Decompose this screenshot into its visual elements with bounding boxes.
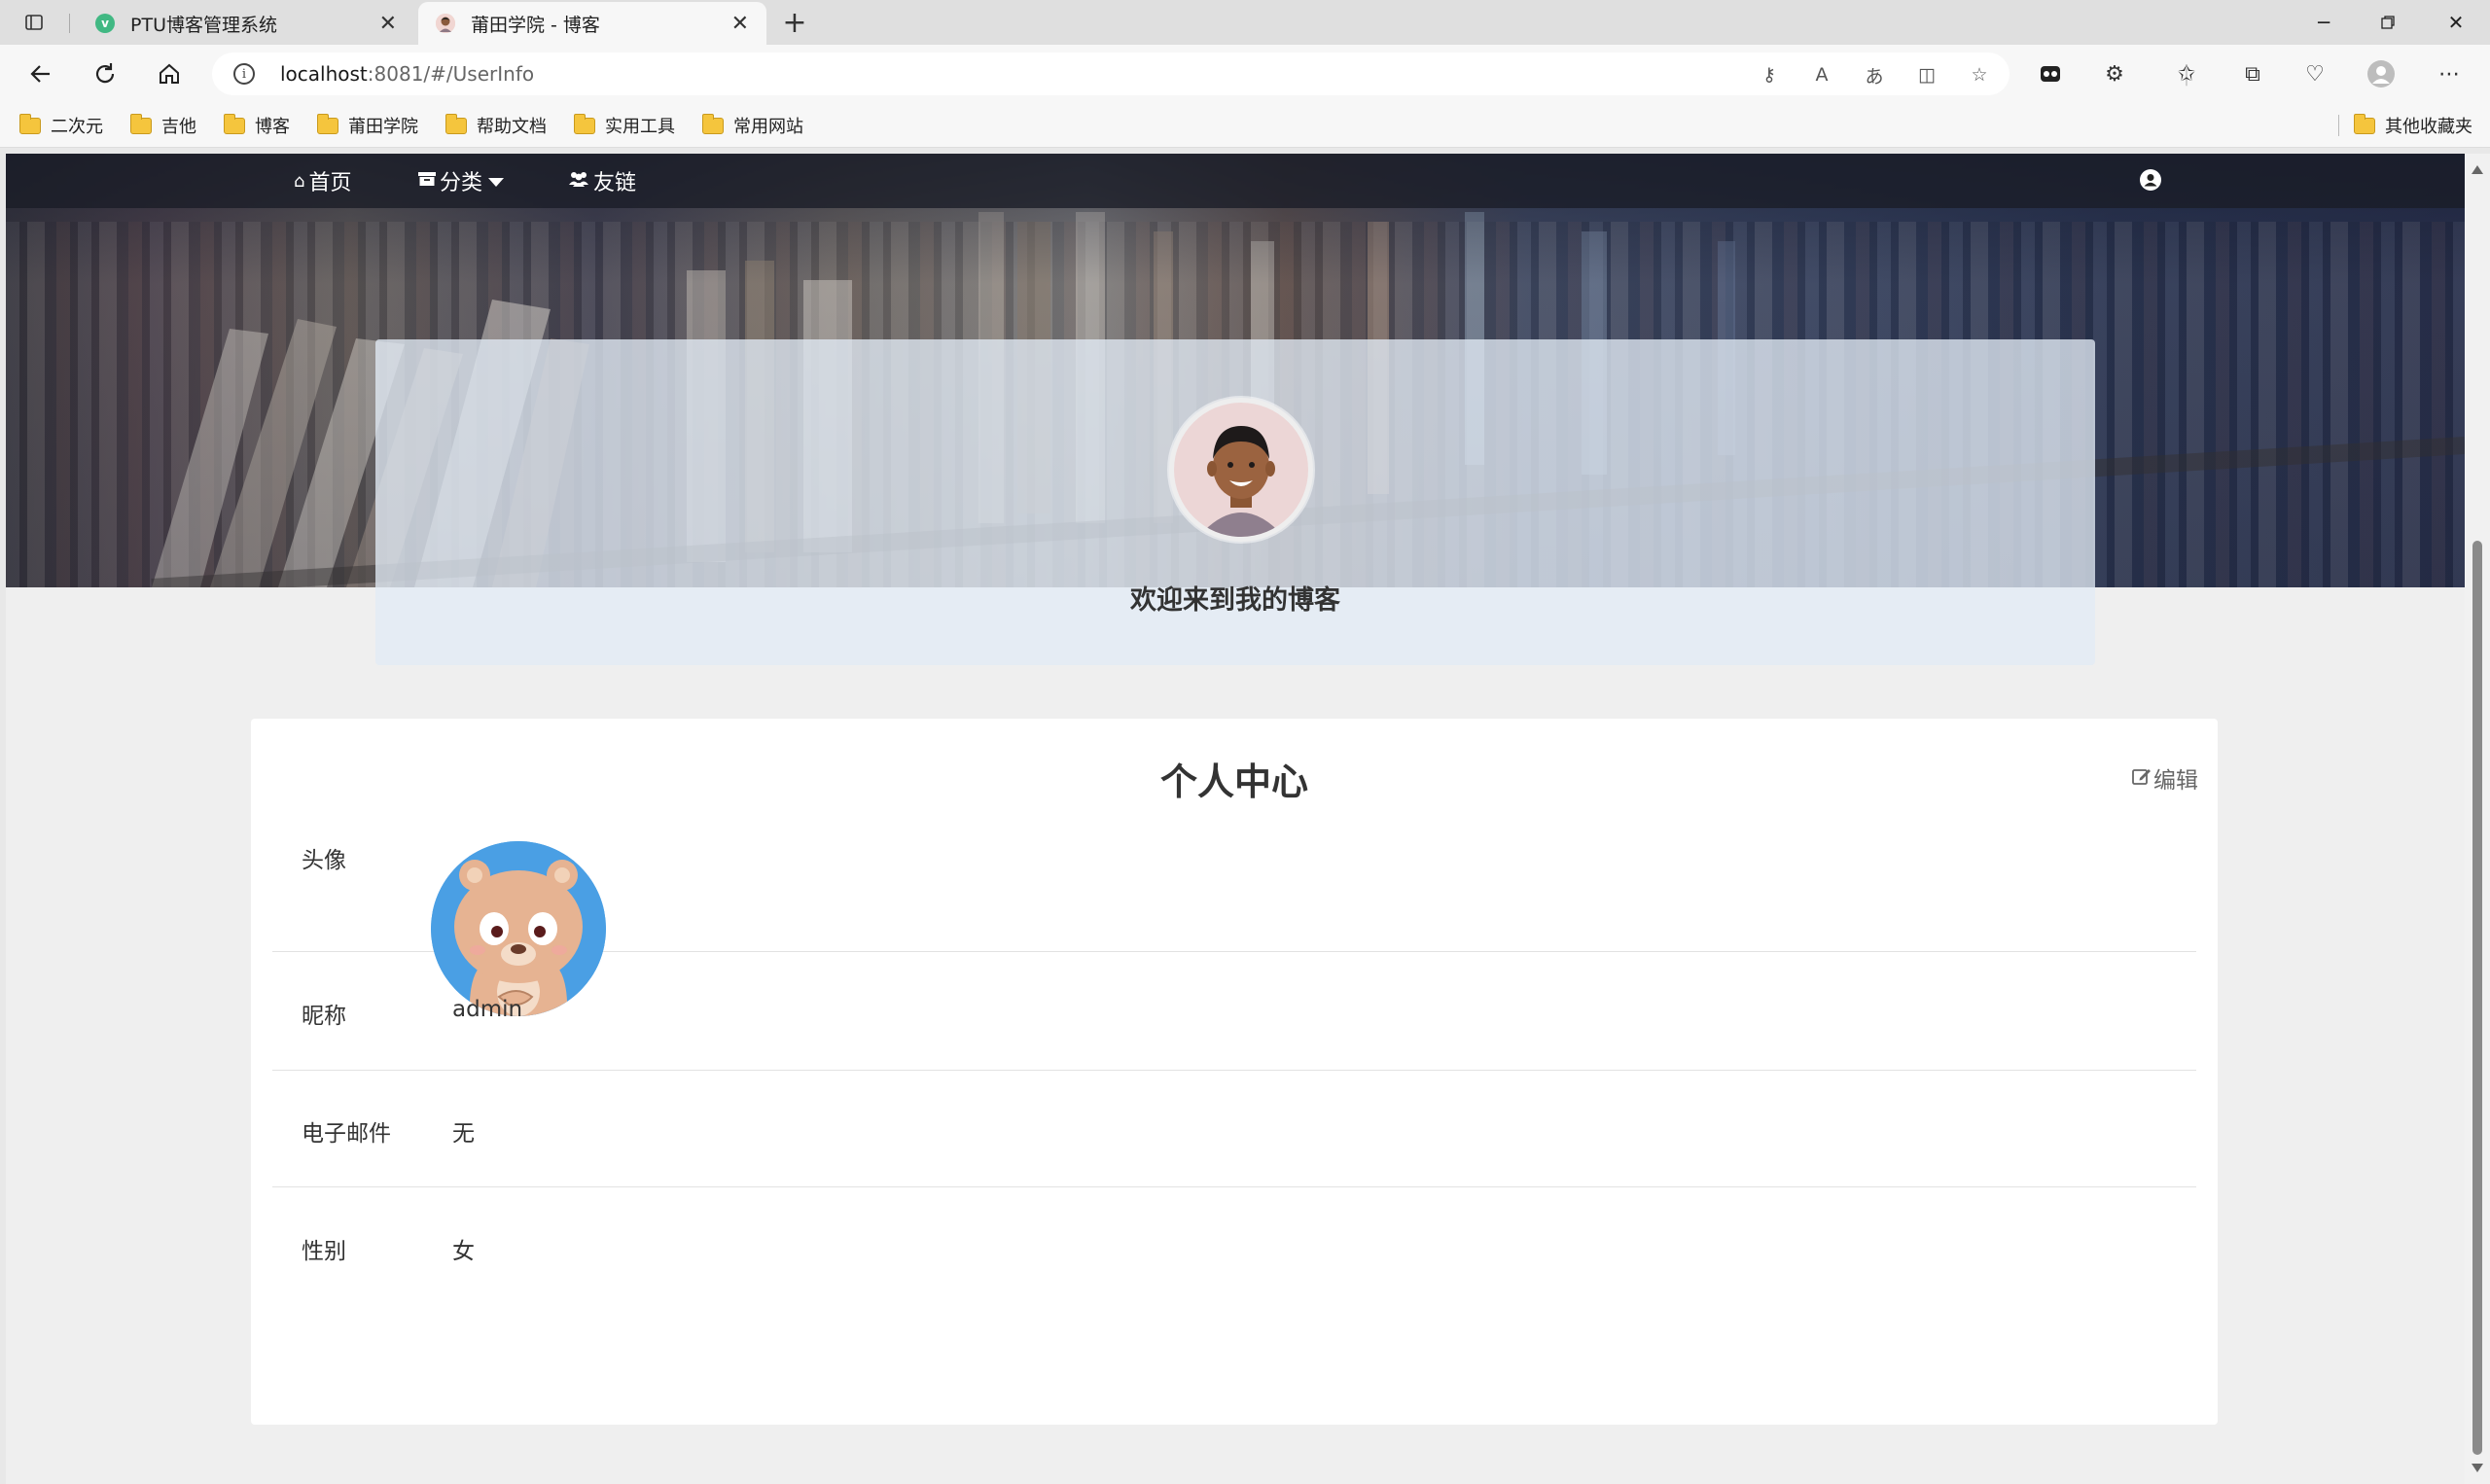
- page-viewport: ⌂ 首页 分类 友链 欢迎来到我的博客 个人中心 编辑 头像 昵称 admin …: [6, 154, 2465, 1484]
- scroll-down-icon[interactable]: [2472, 1464, 2483, 1472]
- restore-icon[interactable]: [2354, 0, 2422, 45]
- url-text: localhost:8081/#/UserInfo: [280, 62, 535, 86]
- folder-icon: [445, 113, 467, 134]
- close-tab-icon[interactable]: ✕: [731, 12, 749, 36]
- scrollbar-thumb[interactable]: [2472, 541, 2482, 1455]
- field-label: 昵称: [302, 1004, 346, 1029]
- profile-icon[interactable]: [2366, 58, 2397, 89]
- tab-title: 莆田学院 - 博客: [471, 14, 600, 36]
- avatar-favicon-icon: [436, 14, 455, 33]
- folder-icon: [129, 113, 152, 134]
- user-circle-icon[interactable]: [2140, 169, 2161, 191]
- refresh-icon[interactable]: [88, 56, 123, 91]
- bookmark-folder[interactable]: 常用网站: [701, 112, 803, 139]
- profile-card: 个人中心 编辑 头像 昵称 admin 电子邮件 无 性别 女: [251, 719, 2218, 1425]
- site-info-icon[interactable]: i: [233, 63, 255, 85]
- bookmark-separator: [2338, 115, 2339, 136]
- folder-icon: [18, 113, 41, 134]
- nav-category-dropdown[interactable]: 分类: [418, 167, 505, 195]
- nav-friend-links[interactable]: 友链: [568, 167, 636, 195]
- welcome-card: 欢迎来到我的博客: [375, 339, 2095, 665]
- home-icon: ⌂: [294, 170, 305, 192]
- field-value: 无: [452, 1121, 475, 1147]
- browser-essentials-icon[interactable]: ♡: [2299, 58, 2330, 89]
- translate-icon[interactable]: あ: [1862, 62, 1887, 88]
- favorites-icon[interactable]: ✩: [2171, 58, 2202, 89]
- vue-icon: v: [95, 14, 115, 33]
- profile-row-nickname: 昵称 admin: [272, 952, 2196, 1071]
- field-value: admin: [452, 997, 523, 1022]
- more-menu-icon[interactable]: ⋯: [2434, 58, 2465, 89]
- folder-icon: [573, 113, 595, 134]
- close-window-icon[interactable]: ✕: [2422, 0, 2490, 45]
- tab-ptu-admin[interactable]: v PTU博客管理系统 ✕: [78, 2, 414, 45]
- folder-icon: [316, 113, 338, 134]
- add-favorite-icon[interactable]: ☆: [1967, 62, 1992, 88]
- browser-tab-bar: v PTU博客管理系统 ✕ 莆田学院 - 博客 ✕ + ─ ✕: [0, 0, 2490, 45]
- new-tab-button[interactable]: +: [778, 6, 811, 40]
- back-icon[interactable]: [23, 56, 58, 91]
- field-label: 电子邮件: [302, 1121, 391, 1147]
- scroll-up-icon[interactable]: [2472, 165, 2483, 174]
- page-scrollbar[interactable]: [2465, 154, 2490, 1484]
- users-icon: [568, 171, 589, 192]
- field-label: 头像: [302, 848, 346, 873]
- bookmarks-bar: 二次元 吉他 博客 莆田学院 帮助文档 实用工具 常用网站 其他收藏夹: [0, 103, 2490, 148]
- caret-down-icon: [488, 169, 505, 194]
- bookmark-folder[interactable]: 莆田学院: [316, 112, 418, 139]
- split-screen-icon[interactable]: ◫: [1914, 62, 1939, 88]
- nav-home[interactable]: ⌂ 首页: [294, 167, 351, 196]
- bookmark-folder[interactable]: 二次元: [18, 112, 103, 139]
- folder-icon: [701, 113, 724, 134]
- top-navigation: ⌂ 首页 分类 友链: [6, 154, 2465, 208]
- profile-title: 个人中心: [1159, 760, 1308, 803]
- folder-icon: [2353, 113, 2375, 134]
- folder-icon: [223, 113, 245, 134]
- bookmark-folder[interactable]: 吉他: [129, 112, 196, 139]
- field-value: 女: [452, 1239, 475, 1264]
- edit-button[interactable]: 编辑: [2132, 761, 2198, 795]
- edit-icon: [2132, 766, 2152, 791]
- bookmark-folder[interactable]: 博客: [223, 112, 290, 139]
- extension-toolbar-icon[interactable]: [2035, 58, 2066, 89]
- tab-actions-icon[interactable]: [19, 8, 49, 37]
- bookmark-folder[interactable]: 实用工具: [573, 112, 675, 139]
- browser-toolbar: i localhost:8081/#/UserInfo ⚷ A あ ◫ ☆ ⚙ …: [0, 45, 2490, 103]
- field-label: 性别: [302, 1239, 346, 1264]
- address-bar[interactable]: i localhost:8081/#/UserInfo ⚷ A あ ◫ ☆: [212, 53, 2010, 95]
- key-icon[interactable]: ⚷: [1757, 62, 1782, 88]
- archive-icon: [418, 171, 436, 192]
- close-tab-icon[interactable]: ✕: [379, 12, 397, 36]
- read-aloud-icon[interactable]: A: [1809, 62, 1834, 88]
- tab-title: PTU博客管理系统: [130, 14, 277, 36]
- tab-blog[interactable]: 莆田学院 - 博客 ✕: [418, 2, 766, 45]
- minimize-icon[interactable]: ─: [2290, 0, 2358, 45]
- other-bookmarks-folder[interactable]: 其他收藏夹: [2353, 112, 2472, 139]
- welcome-avatar: [1169, 398, 1313, 542]
- welcome-text: 欢迎来到我的博客: [1130, 585, 1340, 616]
- profile-row-gender: 性别 女: [272, 1187, 2196, 1310]
- profile-row-email: 电子邮件 无: [272, 1071, 2196, 1187]
- collections-icon[interactable]: ⧉: [2237, 58, 2268, 89]
- bookmark-folder[interactable]: 帮助文档: [445, 112, 547, 139]
- extensions-icon[interactable]: ⚙: [2099, 58, 2130, 89]
- home-icon[interactable]: [152, 56, 187, 91]
- tab-separator: [69, 14, 70, 33]
